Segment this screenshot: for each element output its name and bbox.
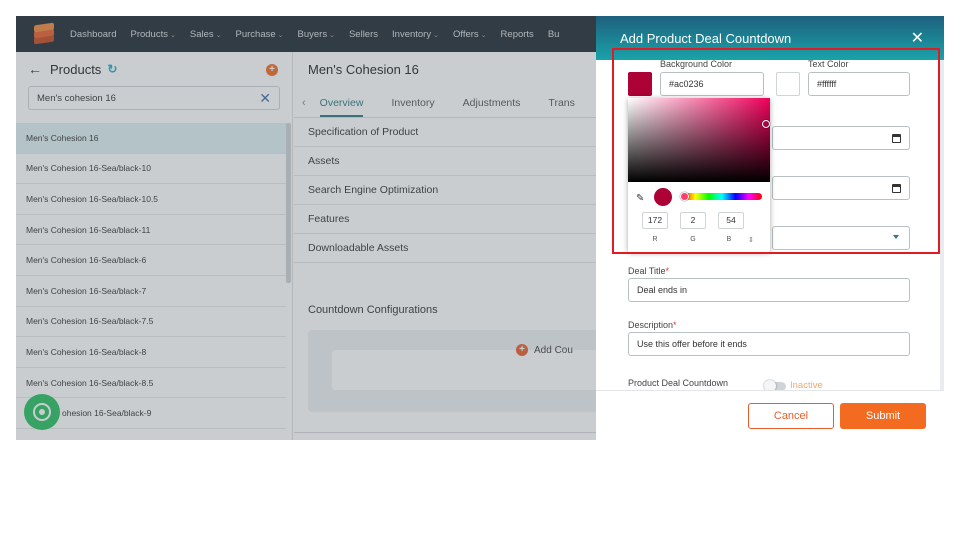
- drawer-title: Add Product Deal Countdown: [620, 31, 792, 46]
- deal-title-value: Deal ends in: [637, 285, 688, 295]
- cancel-button[interactable]: Cancel: [748, 403, 834, 429]
- required-mark: *: [673, 320, 677, 330]
- deal-title-label: Deal Title*: [628, 266, 669, 276]
- description-label: Description*: [628, 320, 677, 330]
- drawer-footer: Cancel Submit: [596, 390, 944, 440]
- highlight-box: [612, 48, 940, 254]
- deal-title-input[interactable]: Deal ends in: [628, 278, 910, 302]
- submit-button[interactable]: Submit: [840, 403, 926, 429]
- app-window: Dashboard Products ⌄ Sales ⌄ Purchase ⌄ Buy…: [16, 16, 944, 440]
- deal-title-label-text: Deal Title: [628, 266, 666, 276]
- description-value: Use this offer before it ends: [637, 339, 747, 349]
- close-icon[interactable]: ✕: [911, 28, 924, 48]
- description-label-text: Description: [628, 320, 674, 330]
- required-mark: *: [665, 266, 670, 276]
- drawer-scrollbar[interactable]: [940, 60, 944, 390]
- description-input[interactable]: Use this offer before it ends: [628, 332, 910, 356]
- status-label: Product Deal Countdown: [628, 378, 729, 388]
